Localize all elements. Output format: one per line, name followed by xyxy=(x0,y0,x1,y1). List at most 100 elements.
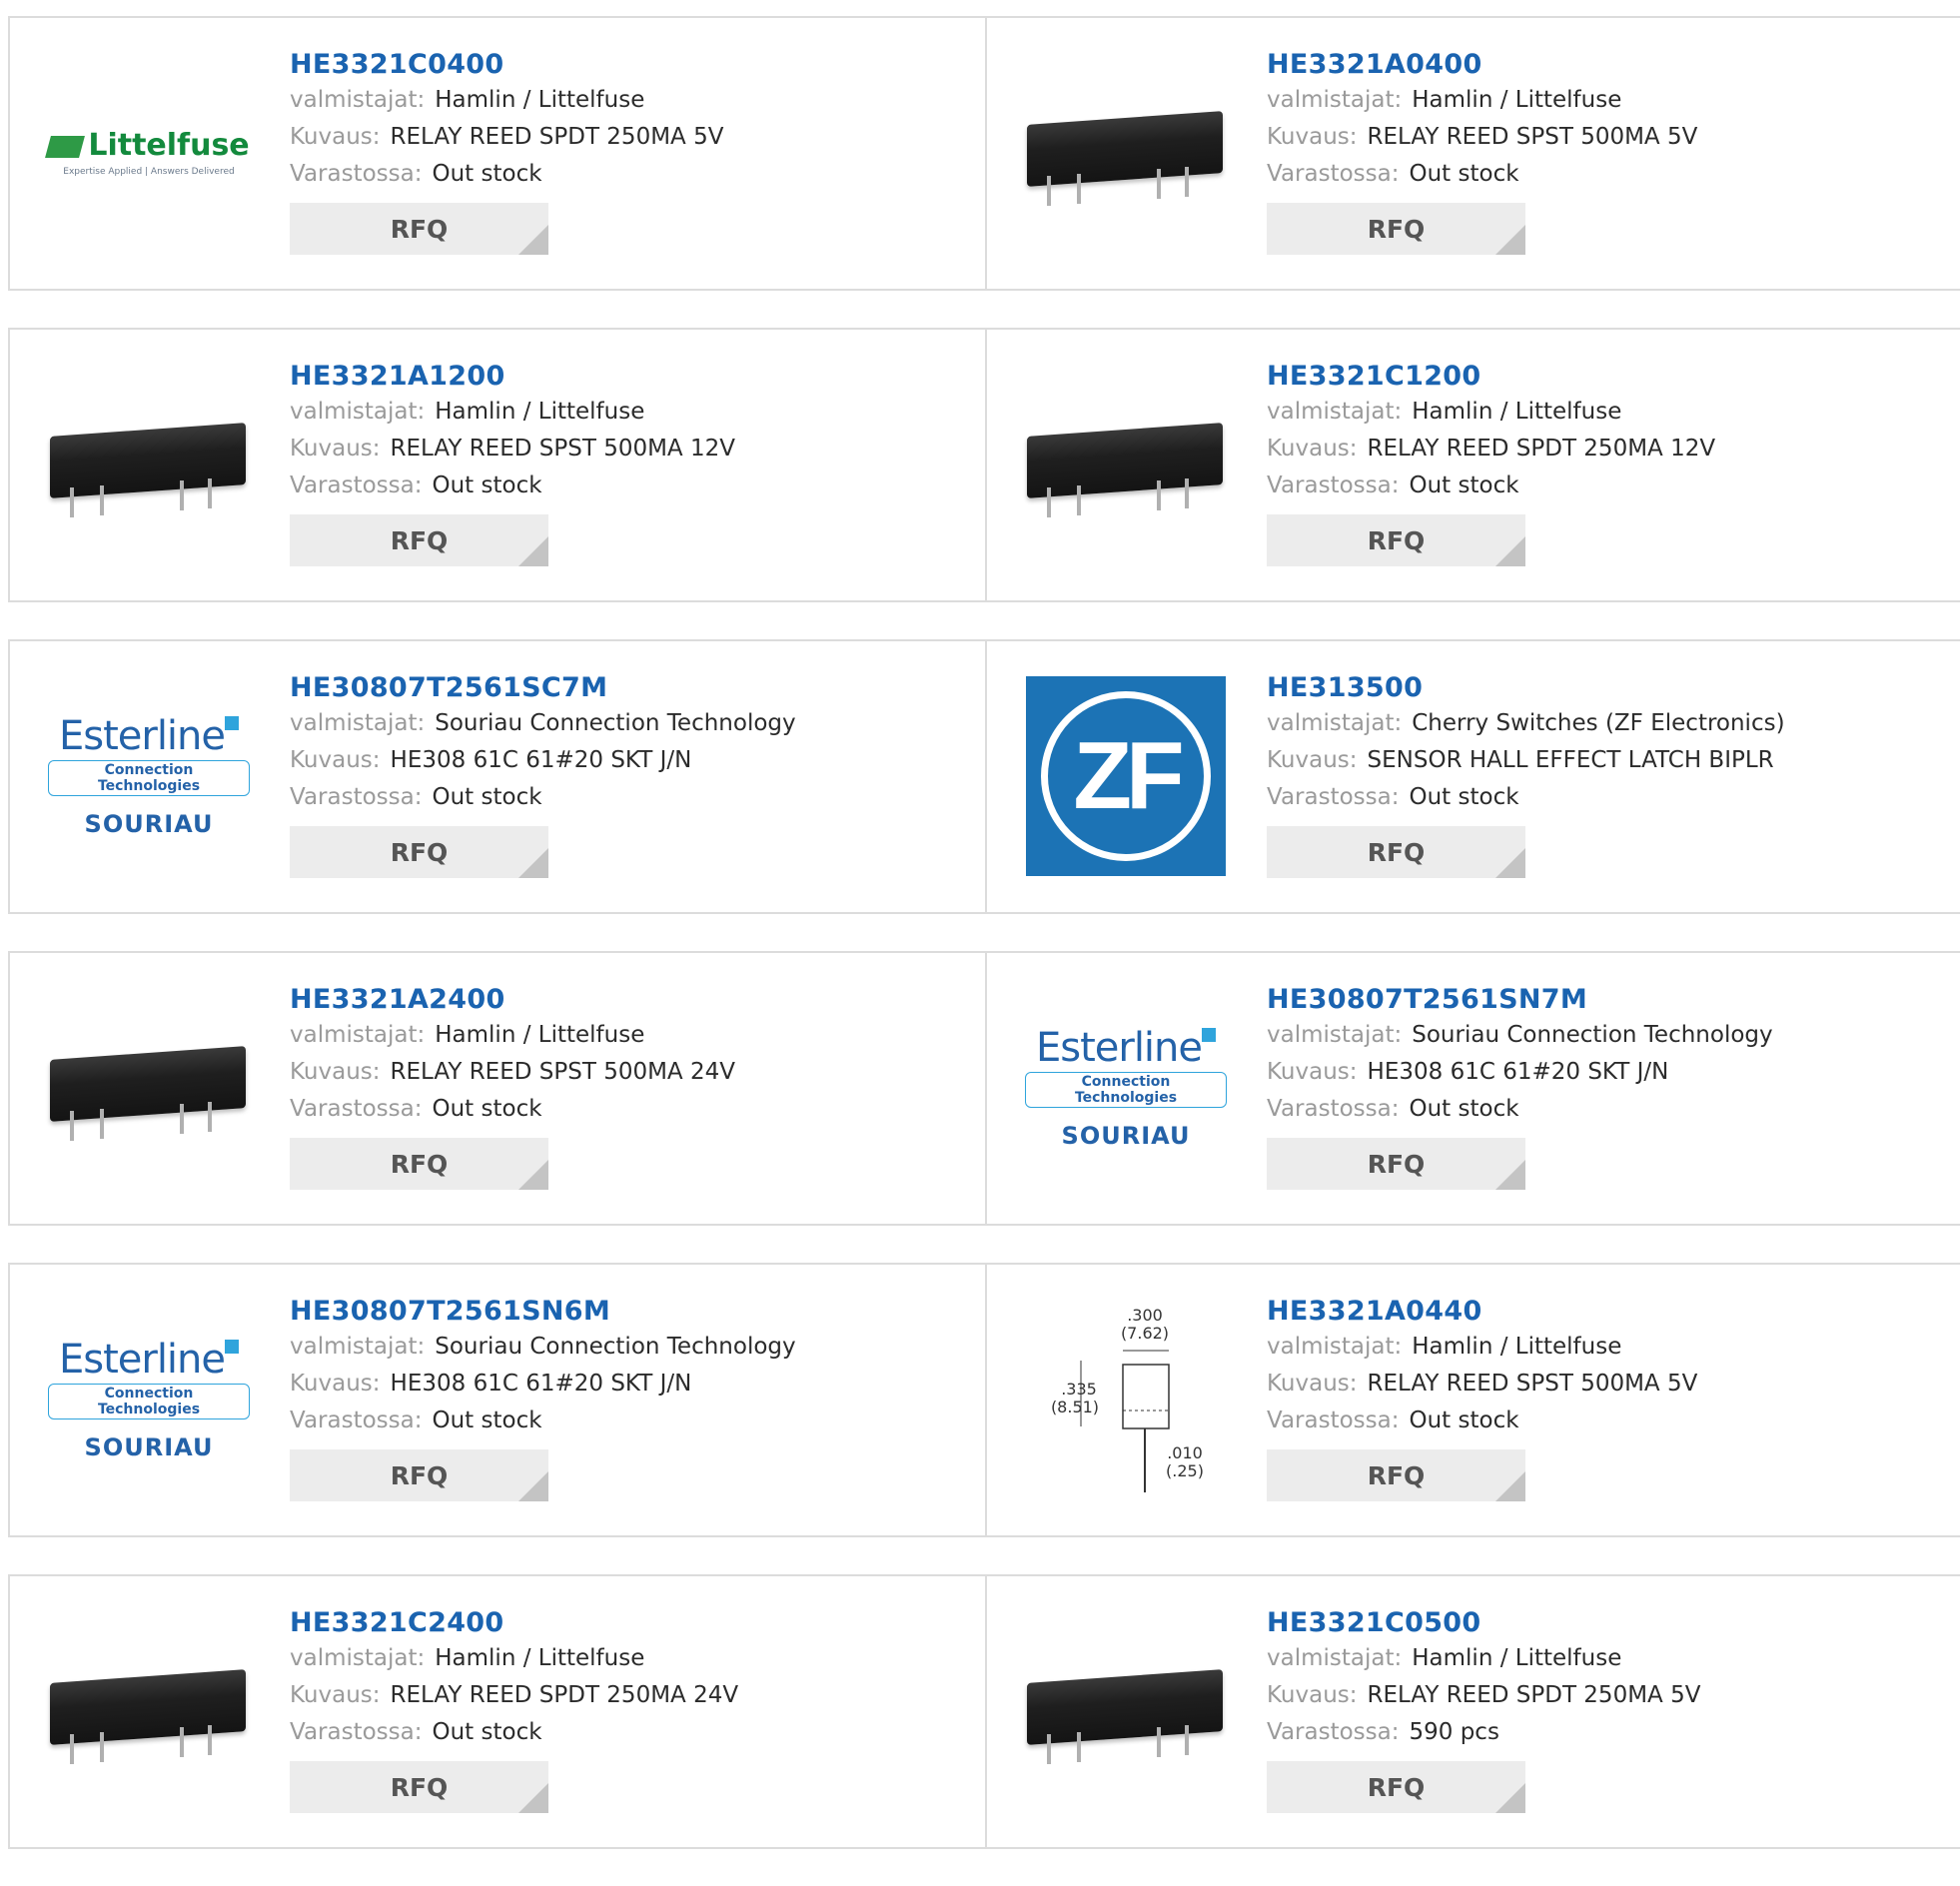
rfq-button[interactable]: RFQ xyxy=(290,826,548,878)
product-info: HE30807T2561SN7M valmistajat: Souriau Con… xyxy=(1267,983,1950,1190)
product-image[interactable]: Esterline Connection Technologies SOURIAU xyxy=(48,1299,250,1500)
manufacturer-value: Hamlin / Littelfuse xyxy=(435,87,645,113)
product-image[interactable] xyxy=(1025,364,1227,565)
manufacturer-value: Hamlin / Littelfuse xyxy=(435,399,645,425)
manufacturer-value: Cherry Switches (ZF Electronics) xyxy=(1412,710,1785,736)
rfq-button[interactable]: RFQ xyxy=(290,1449,548,1501)
description-row: Kuvaus: RELAY REED SPDT 250MA 24V xyxy=(290,1677,975,1714)
rfq-label: RFQ xyxy=(1367,837,1426,867)
manufacturer-label: valmistajat: xyxy=(290,1645,426,1671)
stock-label: Varastossa: xyxy=(1267,161,1400,187)
description-label: Kuvaus: xyxy=(290,436,381,462)
part-number-link[interactable]: HE3321C0400 xyxy=(290,48,975,82)
logo-subtitle: Connection Technologies xyxy=(1025,1072,1227,1108)
relay-pin xyxy=(1047,176,1051,206)
product-image[interactable]: Littelfuse Expertise Applied | Answers De… xyxy=(45,52,250,254)
rfq-button[interactable]: RFQ xyxy=(290,1138,548,1190)
product-image[interactable] xyxy=(48,1610,250,1812)
logo-brand: SOURIAU xyxy=(84,1433,214,1461)
rfq-button[interactable]: RFQ xyxy=(290,514,548,566)
product-image[interactable] xyxy=(48,987,250,1189)
relay-photo xyxy=(48,987,250,1189)
part-number-link[interactable]: HE30807T2561SN7M xyxy=(1267,983,1950,1017)
product-image[interactable] xyxy=(1025,52,1227,254)
manufacturer-label: valmistajat: xyxy=(290,1334,426,1360)
product-info: HE3321C0500 valmistajat: Hamlin / Littelf… xyxy=(1267,1606,1950,1813)
stock-value: Out stock xyxy=(1409,1408,1519,1433)
description-label: Kuvaus: xyxy=(290,1682,381,1708)
product-image[interactable] xyxy=(1025,1610,1227,1812)
esterline-mark-icon xyxy=(225,716,240,730)
part-number-link[interactable]: HE313500 xyxy=(1267,671,1950,705)
product-info: HE3321C1200 valmistajat: Hamlin / Littelf… xyxy=(1267,360,1950,566)
description-value: RELAY REED SPDT 250MA 24V xyxy=(390,1682,739,1708)
part-number-link[interactable]: HE3321A0400 xyxy=(1267,48,1950,82)
stock-row: Varastossa: Out stock xyxy=(1267,1403,1950,1439)
description-row: Kuvaus: RELAY REED SPST 500MA 5V xyxy=(1267,1366,1950,1403)
rfq-button[interactable]: RFQ xyxy=(1267,1138,1525,1190)
manufacturer-row: valmistajat: Hamlin / Littelfuse xyxy=(290,1640,975,1677)
stock-row: Varastossa: Out stock xyxy=(1267,1091,1950,1128)
relay-photo xyxy=(1025,52,1227,254)
product-image[interactable]: ZF xyxy=(1025,675,1227,877)
description-label: Kuvaus: xyxy=(1267,1371,1358,1397)
manufacturer-label: valmistajat: xyxy=(290,1022,426,1048)
rfq-button[interactable]: RFQ xyxy=(290,203,548,255)
rfq-button[interactable]: RFQ xyxy=(1267,203,1525,255)
part-number-link[interactable]: HE30807T2561SC7M xyxy=(290,671,975,705)
stock-label: Varastossa: xyxy=(1267,1719,1400,1745)
littelfuse-mark-icon xyxy=(45,135,86,158)
corner-triangle-icon xyxy=(1495,536,1525,566)
stock-value: Out stock xyxy=(1409,784,1519,810)
description-value: RELAY REED SPST 500MA 5V xyxy=(1367,1371,1698,1397)
relay-pin xyxy=(208,478,212,508)
esterline-logo: Esterline Connection Technologies SOURIAU xyxy=(48,1338,250,1461)
product-image[interactable] xyxy=(48,364,250,565)
manufacturer-label: valmistajat: xyxy=(1267,87,1403,113)
manufacturer-label: valmistajat: xyxy=(290,399,426,425)
manufacturer-value: Souriau Connection Technology xyxy=(1412,1022,1773,1048)
dimension-drawing: .300(7.62) .335(8.51) .010(.25) xyxy=(1051,1306,1204,1492)
rfq-button[interactable]: RFQ xyxy=(1267,514,1525,566)
product-image[interactable]: Esterline Connection Technologies SOURIAU xyxy=(1025,987,1227,1189)
product-card: ZF HE313500 valmistajat: Cherry Switches … xyxy=(985,641,1960,912)
product-image[interactable]: .300 (7.62) .335 (8.51) .010 (.25) xyxy=(1025,1299,1227,1500)
part-number-link[interactable]: HE3321C2400 xyxy=(290,1606,975,1640)
rfq-button[interactable]: RFQ xyxy=(1267,826,1525,878)
logo-subtitle: Connection Technologies xyxy=(48,1384,250,1419)
part-number-link[interactable]: HE3321A1200 xyxy=(290,360,975,394)
corner-triangle-icon xyxy=(1495,1783,1525,1813)
stock-label: Varastossa: xyxy=(290,784,423,810)
manufacturer-value: Hamlin / Littelfuse xyxy=(435,1645,645,1671)
manufacturer-value: Hamlin / Littelfuse xyxy=(1412,87,1622,113)
manufacturer-row: valmistajat: Hamlin / Littelfuse xyxy=(1267,82,1950,119)
manufacturer-row: valmistajat: Souriau Connection Technolog… xyxy=(1267,1017,1950,1054)
description-row: Kuvaus: RELAY REED SPST 500MA 12V xyxy=(290,431,975,468)
stock-row: Varastossa: Out stock xyxy=(290,1714,975,1751)
part-number-link[interactable]: HE3321A2400 xyxy=(290,983,975,1017)
relay-pin xyxy=(100,485,104,515)
product-info: HE3321A1200 valmistajat: Hamlin / Littelf… xyxy=(290,360,975,566)
manufacturer-row: valmistajat: Hamlin / Littelfuse xyxy=(1267,394,1950,431)
part-number-link[interactable]: HE3321A0440 xyxy=(1267,1295,1950,1329)
part-number-link[interactable]: HE3321C1200 xyxy=(1267,360,1950,394)
pin-in-label: .010 xyxy=(1167,1443,1203,1462)
relay-pin xyxy=(1077,1732,1081,1762)
esterline-mark-icon xyxy=(1202,1028,1217,1042)
stock-row: Varastossa: Out stock xyxy=(290,468,975,504)
stock-label: Varastossa: xyxy=(290,1719,423,1745)
relay-pin xyxy=(1185,1725,1189,1755)
stock-value: Out stock xyxy=(432,161,542,187)
product-image[interactable]: Esterline Connection Technologies SOURIAU xyxy=(48,675,250,877)
corner-triangle-icon xyxy=(1495,1160,1525,1190)
rfq-button[interactable]: RFQ xyxy=(1267,1449,1525,1501)
rfq-button[interactable]: RFQ xyxy=(1267,1761,1525,1813)
stock-label: Varastossa: xyxy=(1267,784,1400,810)
part-number-link[interactable]: HE3321C0500 xyxy=(1267,1606,1950,1640)
product-row: HE3321C2400 valmistajat: Hamlin / Littelf… xyxy=(8,1574,1960,1849)
relay-pin xyxy=(1157,169,1161,199)
product-row: Esterline Connection Technologies SOURIAU … xyxy=(8,639,1960,914)
part-number-link[interactable]: HE30807T2561SN6M xyxy=(290,1295,975,1329)
rfq-button[interactable]: RFQ xyxy=(290,1761,548,1813)
product-info: HE3321C2400 valmistajat: Hamlin / Littelf… xyxy=(290,1606,975,1813)
